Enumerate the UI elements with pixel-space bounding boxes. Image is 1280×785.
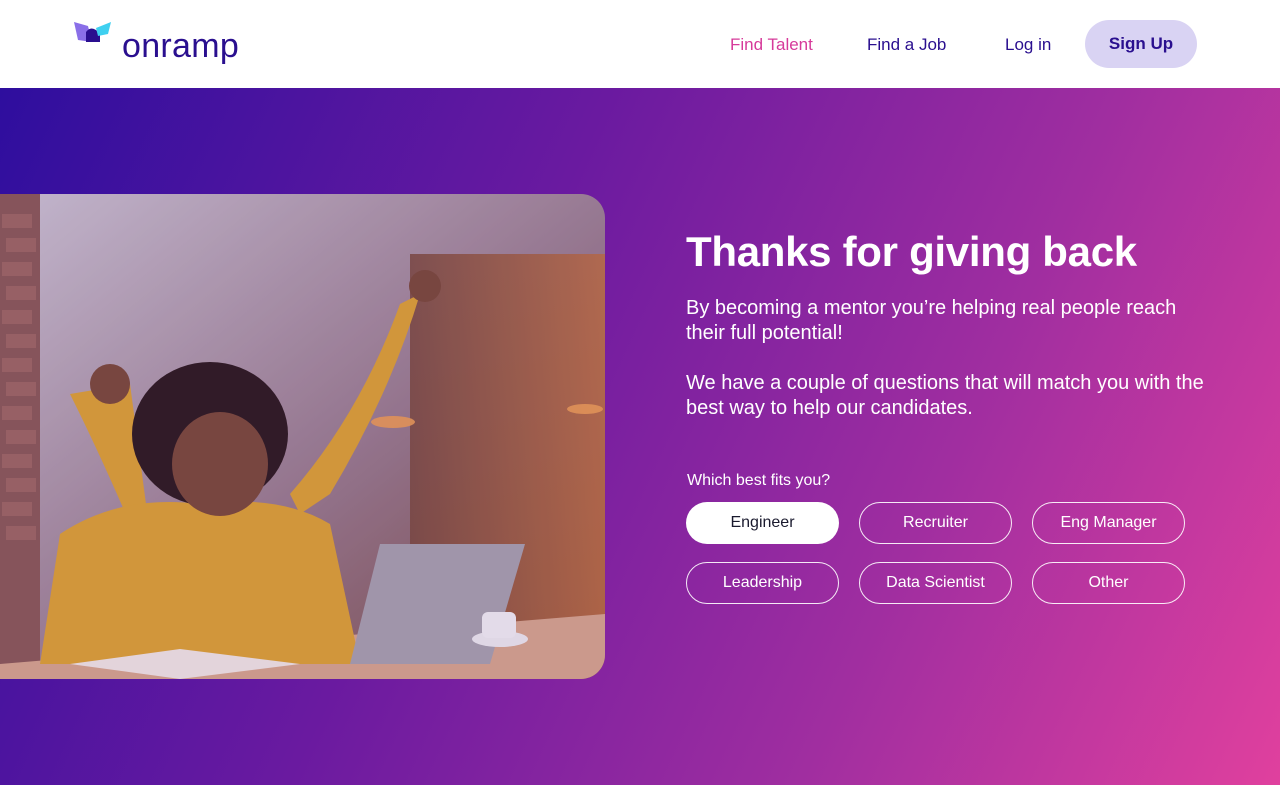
- option-engineer[interactable]: Engineer: [686, 502, 839, 544]
- hero-content: Thanks for giving back By becoming a men…: [686, 226, 1206, 421]
- mentor-photo: [0, 194, 605, 679]
- celebrating-woman-photo-icon: [0, 194, 605, 679]
- logo-icon: [74, 22, 111, 42]
- nav-find-talent[interactable]: Find Talent: [730, 33, 813, 57]
- hero-section: Thanks for giving back By becoming a men…: [0, 88, 1280, 785]
- hero-paragraph-2: We have a couple of questions that will …: [686, 372, 1204, 419]
- role-question-label: Which best fits you?: [687, 472, 831, 489]
- logo-text: onramp: [122, 27, 240, 65]
- hero-paragraph-1: By becoming a mentor you’re helping real…: [686, 297, 1177, 344]
- option-leadership[interactable]: Leadership: [686, 562, 839, 604]
- option-recruiter[interactable]: Recruiter: [859, 502, 1012, 544]
- option-other[interactable]: Other: [1032, 562, 1185, 604]
- nav-find-a-job[interactable]: Find a Job: [867, 33, 946, 57]
- hero-title: Thanks for giving back: [686, 228, 1137, 275]
- sign-up-button[interactable]: Sign Up: [1085, 20, 1197, 68]
- option-eng-manager[interactable]: Eng Manager: [1032, 502, 1185, 544]
- site-header: onramp Find Talent Find a Job Log in Sig…: [0, 0, 1280, 88]
- nav-log-in[interactable]: Log in: [1005, 33, 1051, 57]
- onramp-logo[interactable]: onramp: [74, 22, 239, 70]
- option-data-scientist[interactable]: Data Scientist: [859, 562, 1012, 604]
